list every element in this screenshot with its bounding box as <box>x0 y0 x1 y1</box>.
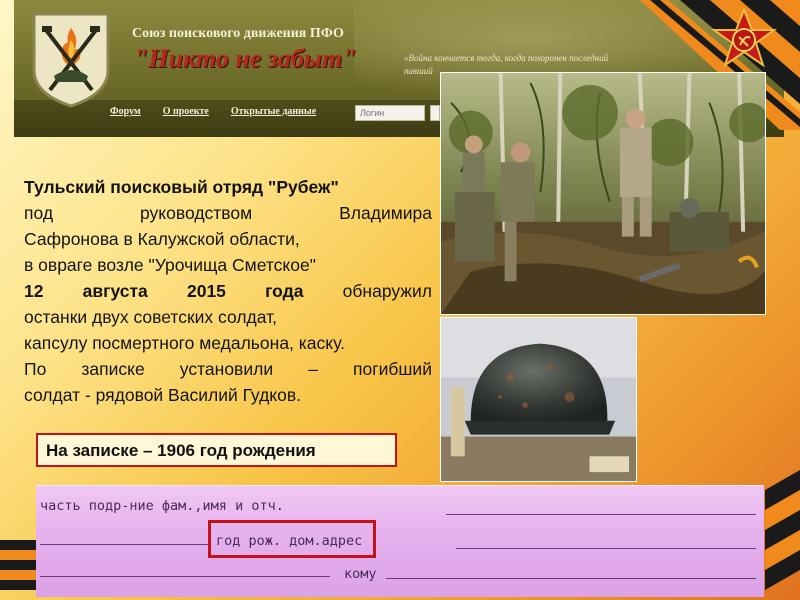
story-line-2: под руководством Владимира <box>24 203 432 223</box>
birth-year-callout: На записке – 1906 год рождения <box>36 433 397 467</box>
main-nav: Форум О проекте Открытые данные <box>110 106 316 117</box>
nav-link-open-data[interactable]: Открытые данные <box>231 106 316 117</box>
story-line-5: 12 августа 2015 года обнаружил <box>24 281 432 301</box>
doc-underline <box>446 514 756 515</box>
story-line-1: Тульский поисковый отряд "Рубеж" <box>24 177 339 197</box>
nav-link-forum[interactable]: Форум <box>110 106 141 117</box>
story-text: Тульский поисковый отряд "Рубеж" под рук… <box>24 174 432 408</box>
search-movement-emblem-icon <box>32 12 110 108</box>
excavation-photo <box>440 72 766 315</box>
password-input[interactable] <box>430 105 440 121</box>
nav-link-about[interactable]: О проекте <box>163 106 209 117</box>
helmet-photo <box>440 317 637 482</box>
story-line-8: По записке установили – погибший <box>24 359 432 379</box>
birth-year-highlight-box <box>208 520 376 558</box>
doc-underline <box>456 548 756 549</box>
doc-row-3: кому <box>344 566 377 582</box>
story-line-3: Сафронова в Калужской области, <box>24 229 300 249</box>
story-line-6: останки двух советских солдат, <box>24 307 278 327</box>
ribbon-stripe-right <box>765 470 800 590</box>
story-line-7: капсулу посмертного медальона, каску. <box>24 333 346 353</box>
story-line-9: солдат - рядовой Василий Гудков. <box>24 385 302 405</box>
doc-underline <box>386 578 756 579</box>
medallion-note-scan: часть подр-ние фам.,имя и отч. год рож. … <box>36 485 764 597</box>
doc-underline <box>40 544 210 545</box>
doc-underline <box>40 576 330 577</box>
site-name: "Никто не забыт" <box>134 44 357 73</box>
story-line-4: в овраге возле "Урочища Сметское" <box>24 255 316 275</box>
doc-row-1: часть подр-ние фам.,имя и отч. <box>40 498 284 514</box>
login-input[interactable] <box>355 105 425 121</box>
ribbon-stripe-left <box>0 540 40 590</box>
org-name: Союз поискового движения ПФО <box>132 26 344 41</box>
